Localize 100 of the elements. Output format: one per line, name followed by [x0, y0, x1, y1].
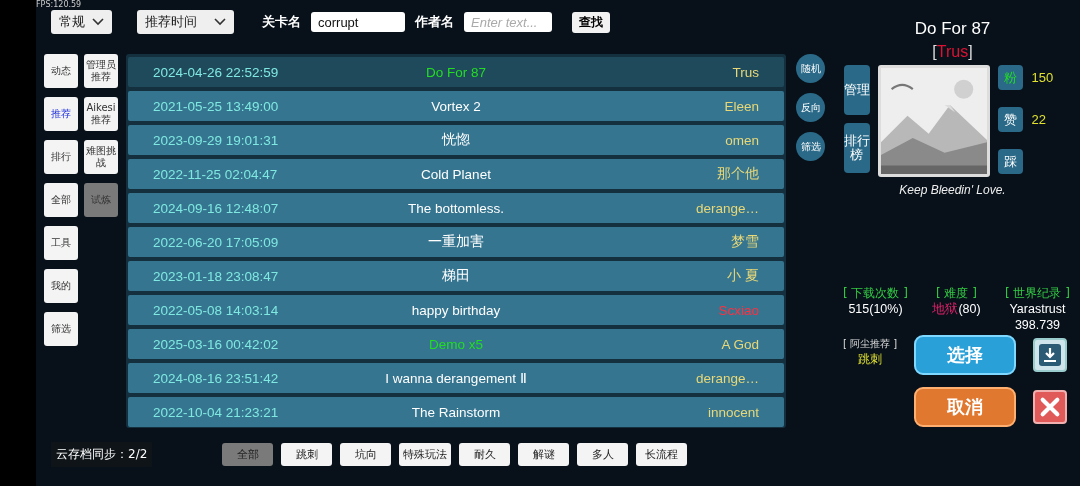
date-text: 2022-10-04 21:23:21: [152, 404, 280, 420]
nav-button[interactable]: 排行: [44, 140, 78, 174]
nav-button[interactable]: 我的: [44, 269, 78, 303]
date-text: 2021-05-25 13:49:00: [152, 98, 280, 114]
reaction-button[interactable]: 赞: [997, 107, 1023, 132]
nav-button[interactable]: 全部: [44, 183, 78, 217]
level-title: I wanna derangement Ⅱ: [385, 370, 527, 386]
recommend-value: 跳刺: [858, 350, 882, 368]
bracket-text: [: [932, 43, 937, 60]
nav-button[interactable]: 推荐: [44, 97, 78, 131]
tag-filter[interactable]: 解谜: [518, 442, 570, 466]
stat-value: 398.739: [1014, 317, 1061, 334]
date-text: 2023-01-18 23:08:47: [152, 268, 280, 284]
author-name: Trus: [936, 43, 969, 60]
nav-button[interactable]: 难图挑战: [84, 140, 118, 174]
level-name-field[interactable]: corrupt: [311, 12, 405, 32]
stat-value: 515(10%): [848, 302, 903, 318]
level-title: Demo x5: [428, 336, 483, 352]
round-button[interactable]: 反向: [796, 93, 825, 122]
tag-filter[interactable]: 特殊玩法: [399, 442, 452, 466]
level-title: Vortex 2: [431, 98, 481, 114]
author-name-label: 作者名: [415, 13, 454, 31]
tag-filter[interactable]: 跳刺: [281, 442, 333, 466]
level-row[interactable]: 2023-09-29 19:01:31 恍惚 omen: [128, 125, 784, 155]
date-text: 2025-03-16 00:42:02: [152, 336, 280, 352]
level-title: The Rainstorm: [411, 404, 501, 420]
bracket-text: ]: [968, 43, 973, 60]
level-row[interactable]: 2022-06-20 17:05:09 一重加害 梦雪: [128, 227, 784, 257]
fps-counter: FPS:120.59: [36, 0, 82, 9]
nav-button[interactable]: 管理员推荐: [84, 54, 118, 88]
stat-value: Yarastrust: [1009, 302, 1066, 318]
date-text: 2023-09-29 19:01:31: [152, 132, 280, 148]
download-icon: [1038, 343, 1062, 368]
author-text: 那个他: [717, 165, 759, 183]
level-row[interactable]: 2025-03-16 00:42:02 Demo x5 A God: [128, 329, 784, 359]
caret-icon: [214, 18, 226, 26]
level-title: Cold Planet: [421, 166, 491, 182]
author-text: Trus: [732, 64, 759, 80]
search-button[interactable]: 查找: [572, 11, 610, 33]
close-button[interactable]: [1033, 390, 1067, 425]
nav-button[interactable]: 动态: [44, 54, 78, 88]
author-text: 小 夏: [727, 267, 759, 285]
date-text: 2024-04-26 22:52:59: [152, 64, 280, 80]
level-title: Do For 87: [425, 64, 486, 80]
side-button[interactable]: 排行榜: [843, 123, 870, 173]
count-text: 150: [1031, 70, 1054, 85]
tag-filter[interactable]: 长流程: [636, 442, 688, 466]
level-row[interactable]: 2022-05-08 14:03:14 happy birthday Scxiao: [128, 295, 784, 325]
round-button[interactable]: 筛选: [796, 132, 825, 161]
side-button[interactable]: 管理: [843, 65, 870, 115]
author-text: omen: [725, 132, 759, 148]
level-row[interactable]: 2024-04-26 22:52:59 Do For 87 Trus: [128, 57, 784, 87]
date-text: 2024-09-16 12:48:07: [152, 200, 280, 216]
level-row[interactable]: 2023-01-18 23:08:47 梯田 小 夏: [128, 261, 784, 291]
date-text: 2022-11-25 02:04:47: [152, 166, 279, 182]
stat-label: [ 下载次数 ]: [843, 285, 908, 302]
date-text: 2024-08-16 23:51:42: [152, 370, 280, 386]
level-title: 一重加害: [428, 233, 484, 251]
author-name-field[interactable]: Enter text...: [464, 12, 552, 32]
mode-dropdown[interactable]: 常规: [51, 10, 112, 34]
level-row[interactable]: 2022-11-25 02:04:47 Cold Planet 那个他: [128, 159, 784, 189]
tag-filter[interactable]: 坑向: [340, 442, 392, 466]
motto-text: Keep Bleedin' Love.: [899, 183, 1006, 197]
date-text: 2022-05-08 14:03:14: [152, 302, 280, 318]
level-name-label: 关卡名: [262, 13, 301, 31]
level-title: happy birthday: [411, 302, 501, 318]
author-text: innocent: [707, 404, 759, 420]
author-text: Scxiao: [718, 302, 759, 318]
level-row[interactable]: 2024-08-16 23:51:42 I wanna derangement Ⅱ derange…: [128, 363, 784, 393]
tag-filter[interactable]: 耐久: [459, 442, 511, 466]
author-text: Eleen: [724, 98, 759, 114]
stat-value: 地狱(80): [932, 302, 981, 318]
level-title: The bottomless.: [407, 200, 504, 216]
date-text: 2022-06-20 17:05:09: [152, 234, 280, 250]
caret-icon: [92, 18, 104, 26]
nav-button[interactable]: 筛选: [44, 312, 78, 346]
author-text: 梦雪: [731, 233, 759, 251]
reaction-button[interactable]: 踩: [997, 149, 1023, 174]
count-text: 22: [1031, 112, 1046, 127]
level-title: Do For 87: [914, 19, 991, 39]
stat-label: [ 世界纪录 ]: [1005, 285, 1070, 302]
level-row[interactable]: 2024-09-16 12:48:07 The bottomless. derange…: [128, 193, 784, 223]
tag-filter[interactable]: 全部: [222, 442, 274, 466]
sort-dropdown[interactable]: 推荐时间: [137, 10, 234, 34]
nav-button[interactable]: 工具: [44, 226, 78, 260]
author-text: A God: [721, 336, 759, 352]
close-icon: [1039, 396, 1061, 419]
level-row[interactable]: 2021-05-25 13:49:00 Vortex 2 Eleen: [128, 91, 784, 121]
author-text: derange…: [695, 200, 759, 216]
nav-button[interactable]: Aikesi推荐: [84, 97, 118, 131]
author-text: derange…: [695, 370, 759, 386]
stat-label: [ 难度 ]: [936, 285, 977, 302]
cloud-sync-status: 云存档同步：2/2: [51, 441, 153, 467]
level-row[interactable]: 2022-10-04 21:23:21 The Rainstorm innocent: [128, 397, 784, 427]
recommend-label: [ 阿尘推荐 ]: [842, 336, 898, 351]
round-button[interactable]: 随机: [796, 54, 825, 83]
download-button[interactable]: [1033, 338, 1067, 373]
tag-filter[interactable]: 多人: [577, 442, 629, 466]
level-title: 梯田: [442, 267, 470, 285]
level-title: 恍惚: [442, 131, 470, 149]
